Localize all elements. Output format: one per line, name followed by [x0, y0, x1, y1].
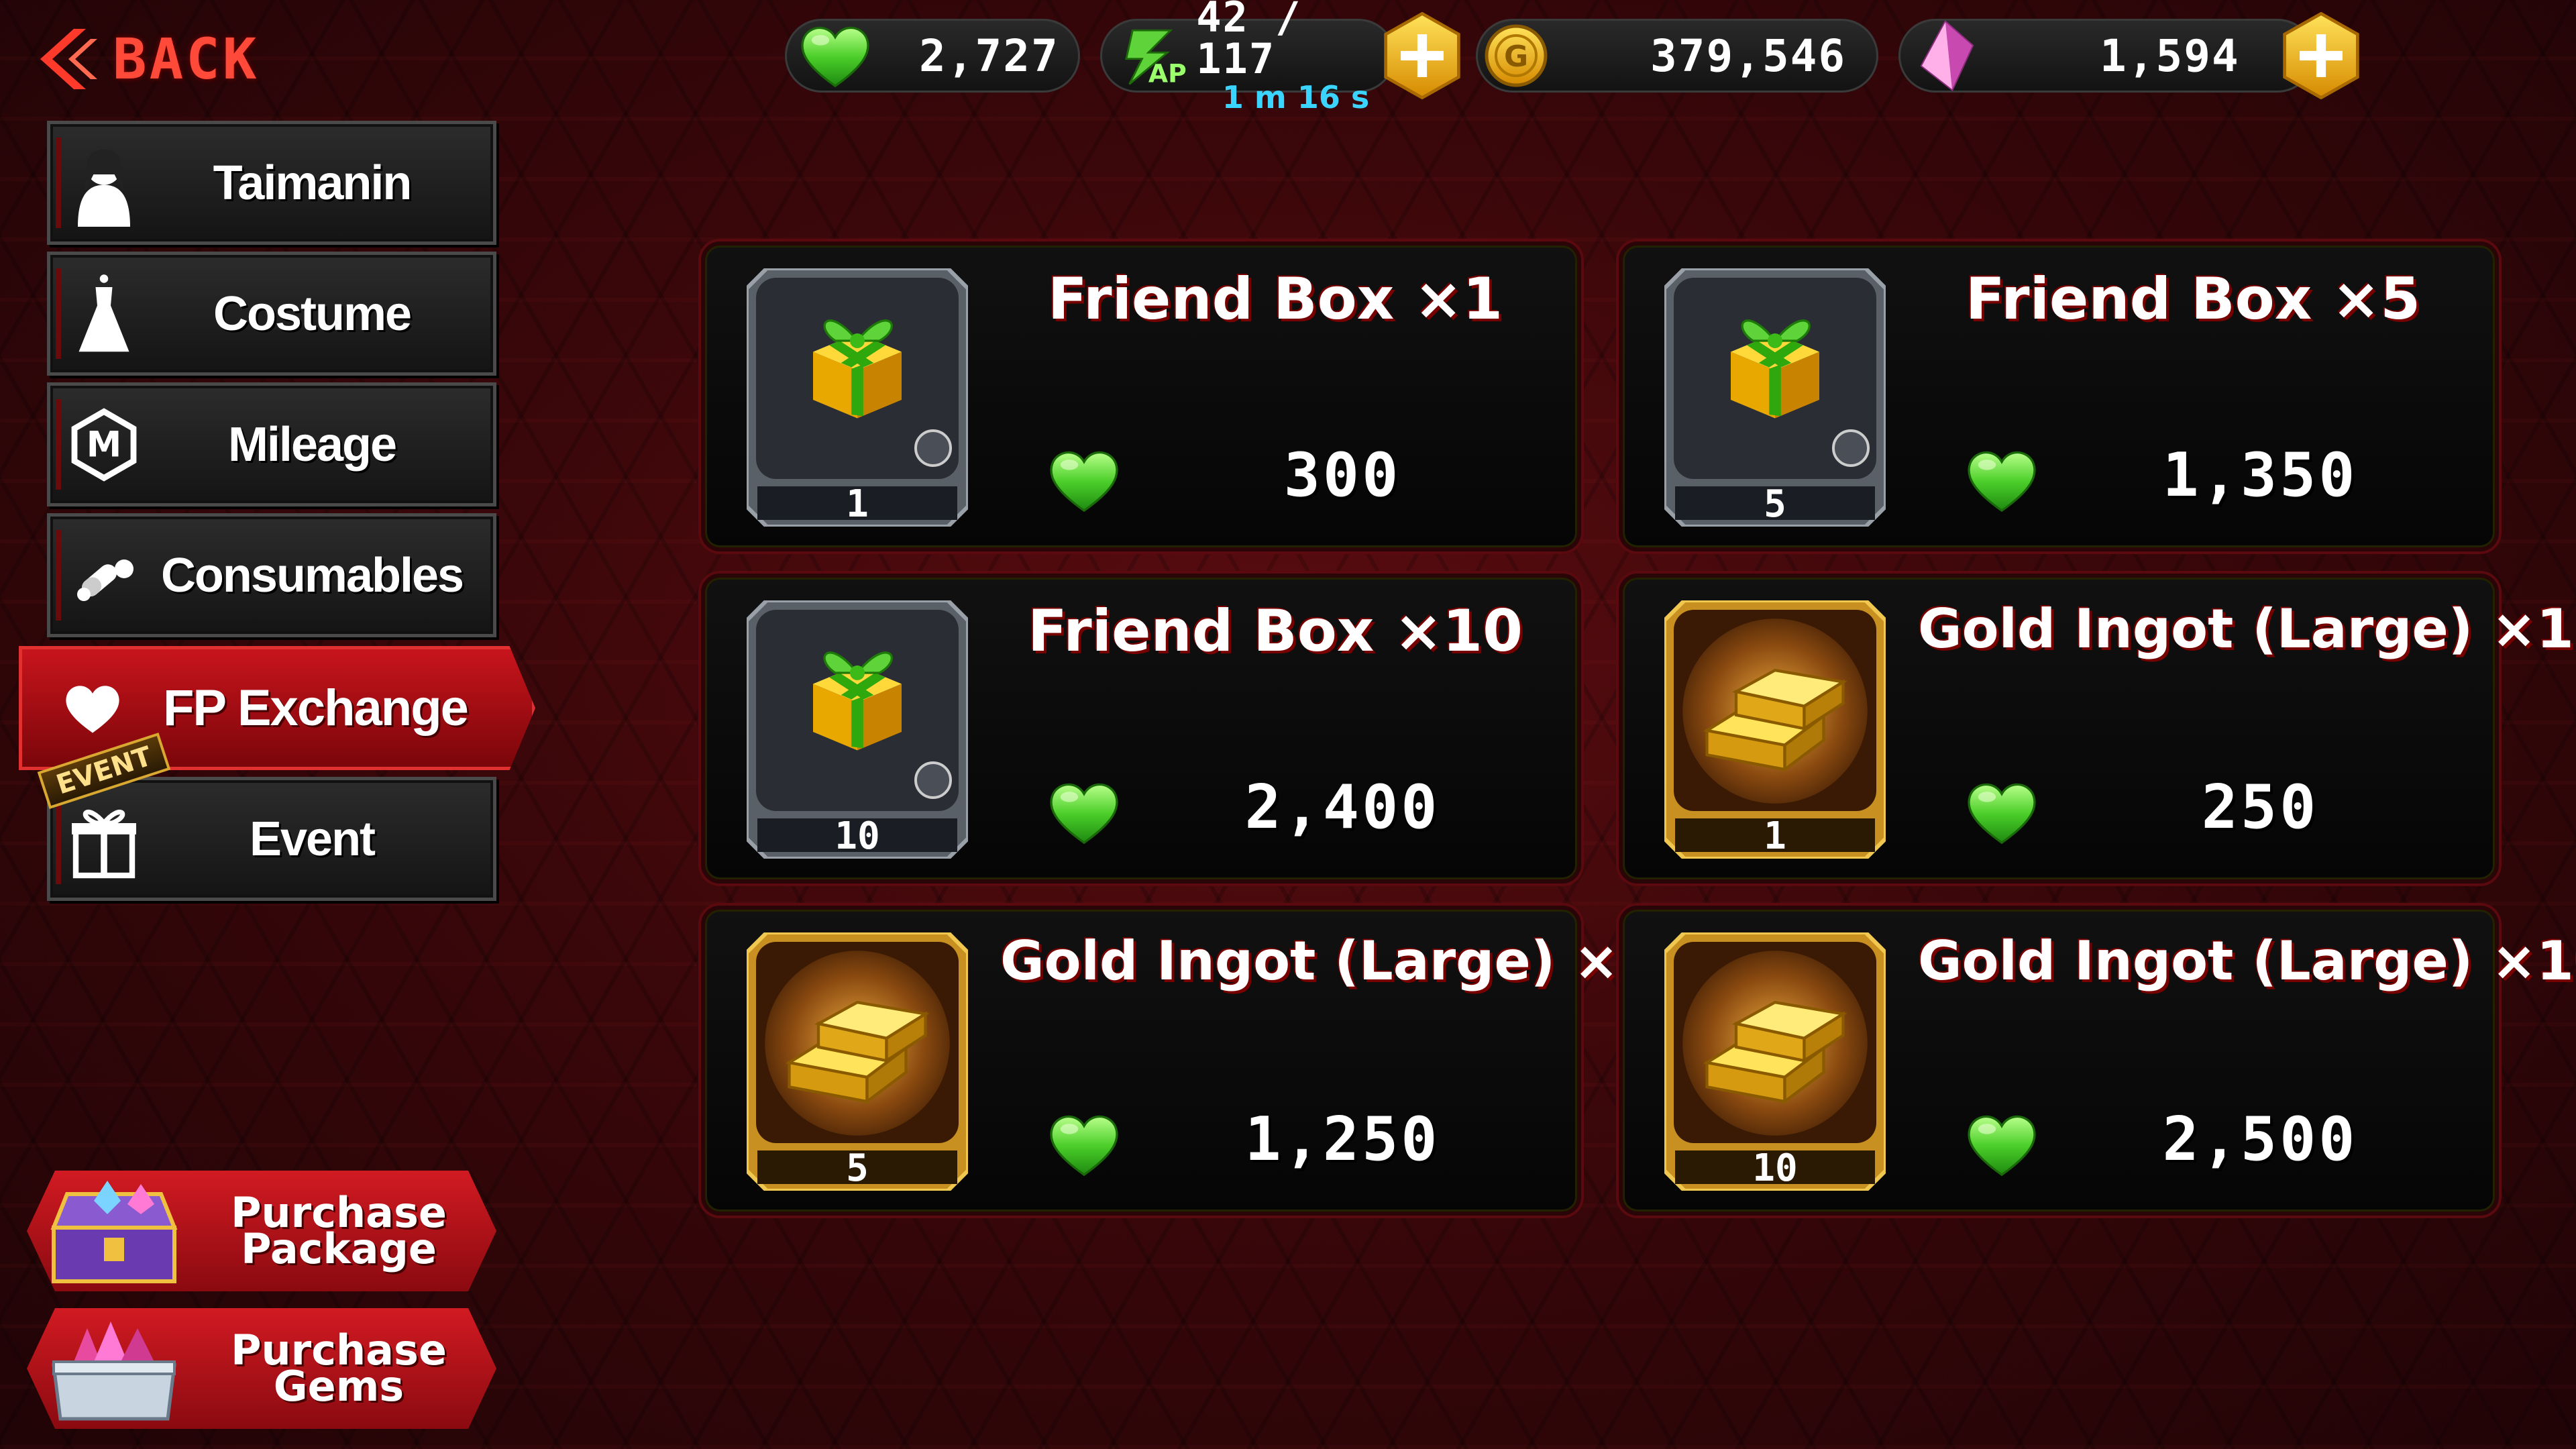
gem-chest-icon	[27, 1308, 201, 1429]
green-heart-icon	[1047, 779, 1121, 846]
sidebar-item-mileage[interactable]: M Mileage	[47, 382, 496, 506]
gem-counter: 1,594	[1898, 19, 2314, 93]
friend-box-icon: 10	[747, 600, 968, 859]
item-price: 1,350	[2162, 440, 2358, 511]
gold-value: 379,546	[1650, 30, 1847, 82]
item-price: 250	[2201, 772, 2319, 843]
purchase-package-button[interactable]: Purchase Package	[27, 1171, 496, 1291]
back-label: BACK	[113, 26, 260, 92]
item-qty: 5	[1764, 482, 1786, 526]
item-qty: 1	[846, 482, 869, 526]
girl-silhouette-icon	[50, 136, 158, 230]
gold-coin-icon: G	[1485, 24, 1548, 87]
item-name: Gold Ingot (Large) ×1	[1918, 598, 2574, 660]
item-qty: 10	[1752, 1146, 1797, 1190]
ap-counter: AP 42 / 117 1 m 16 s	[1100, 0, 1395, 115]
green-heart-icon	[798, 22, 872, 89]
green-heart-icon	[1047, 447, 1121, 514]
shop-item-gold-ingot-5[interactable]: 5 Gold Ingot (Large) ×5 1,250	[701, 906, 1656, 1216]
item-name: Friend Box ×1	[1047, 266, 1503, 333]
back-arrow-icon	[40, 29, 97, 89]
svg-text:G: G	[1504, 40, 1528, 74]
sidebar-item-taimanin[interactable]: Taimanin	[47, 121, 496, 245]
back-button[interactable]: BACK	[34, 19, 315, 99]
shop-item-gold-ingot-10[interactable]: 10 Gold Ingot (Large) ×10 2,500	[1619, 906, 2576, 1216]
dress-icon	[50, 267, 158, 361]
item-price: 2,400	[1244, 772, 1440, 843]
sidebar-item-label: Event	[249, 812, 376, 866]
friend-box-icon: 5	[1664, 268, 1886, 527]
gold-ingot-icon: 1	[1664, 600, 1886, 859]
item-name: Gold Ingot (Large) ×5	[1000, 930, 1656, 992]
pills-icon	[50, 529, 158, 623]
ap-lightning-icon: AP	[1125, 29, 1187, 89]
sidebar-item-label: Taimanin	[213, 156, 413, 210]
mileage-m-icon: M	[50, 398, 158, 492]
item-price: 2,500	[2162, 1104, 2358, 1175]
item-qty: 10	[835, 814, 879, 858]
friend-box-icon: 1	[747, 268, 968, 527]
item-name: Friend Box ×10	[1028, 598, 1523, 665]
ap-label: AP	[1148, 59, 1187, 89]
sidebar-item-label: Consumables	[160, 548, 464, 602]
green-heart-icon	[1965, 1111, 2039, 1178]
item-qty: 1	[1764, 814, 1786, 858]
sidebar-item-label: Mileage	[227, 417, 397, 472]
gift-icon	[50, 792, 158, 886]
item-name: Friend Box ×5	[1965, 266, 2421, 333]
shop-item-friend-box-5[interactable]: 5 Friend Box ×5 1,350	[1619, 241, 2499, 551]
gem-value: 1,594	[2100, 30, 2240, 82]
purchase-gems-label: Purchase Gems	[231, 1326, 447, 1411]
sidebar-item-label: FP Exchange	[163, 680, 469, 737]
add-gems-button[interactable]	[2281, 12, 2361, 99]
add-ap-button[interactable]	[1382, 12, 1462, 99]
friend-points-value: 2,727	[919, 30, 1059, 82]
gold-ingot-icon: 5	[747, 932, 968, 1191]
item-price: 1,250	[1244, 1104, 1440, 1175]
green-heart-icon	[1965, 779, 2039, 846]
item-name: Gold Ingot (Large) ×10	[1918, 930, 2576, 992]
gem-icon	[1920, 19, 1974, 92]
sidebar-item-label: Costume	[213, 286, 412, 341]
ap-value: 42 / 117	[1196, 0, 1302, 83]
green-heart-icon	[1047, 1111, 1121, 1178]
item-price: 300	[1283, 440, 1401, 511]
shop-item-friend-box-10[interactable]: 10 Friend Box ×10 2,400	[701, 574, 1581, 883]
purchase-package-label: Purchase Package	[231, 1188, 447, 1273]
sidebar-item-fp-exchange[interactable]: FP Exchange	[19, 646, 535, 770]
svg-text:M: M	[87, 424, 122, 465]
treasure-chest-icon	[27, 1171, 201, 1291]
ap-timer: 1 m 16 s	[1222, 79, 1370, 115]
sidebar-item-event[interactable]: Event	[47, 777, 496, 901]
gold-ingot-icon: 10	[1664, 932, 1886, 1191]
gold-counter: G 379,546	[1476, 19, 1878, 93]
item-qty: 5	[846, 1146, 869, 1190]
sidebar-item-consumables[interactable]: Consumables	[47, 513, 496, 637]
shop-item-gold-ingot-1[interactable]: 1 Gold Ingot (Large) ×1 250	[1619, 574, 2574, 883]
purchase-gems-button[interactable]: Purchase Gems	[27, 1308, 496, 1429]
friend-points-counter: 2,727	[785, 19, 1080, 93]
shop-item-friend-box-1[interactable]: 1 Friend Box ×1 300	[701, 241, 1581, 551]
green-heart-icon	[1965, 447, 2039, 514]
sidebar-item-costume[interactable]: Costume	[47, 252, 496, 376]
